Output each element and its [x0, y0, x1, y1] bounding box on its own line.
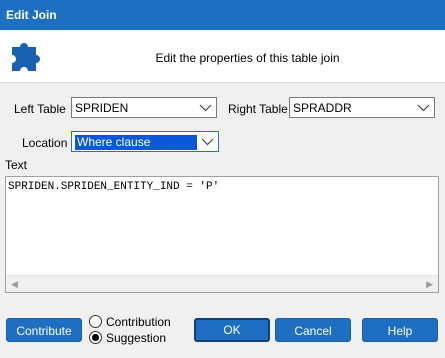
scroll-left-icon[interactable]: ◀: [11, 279, 18, 290]
right-table-label: Right Table: [228, 102, 288, 116]
suggestion-label[interactable]: Suggestion: [106, 331, 166, 345]
chevron-down-icon: [417, 104, 430, 112]
contribute-button[interactable]: Contribute: [6, 318, 82, 342]
scroll-right-icon[interactable]: ▶: [426, 279, 433, 290]
chevron-down-icon: [199, 104, 212, 112]
left-table-select[interactable]: SPRIDEN: [71, 97, 217, 118]
join-text-area[interactable]: SPRIDEN.SPRIDEN_ENTITY_IND = 'P' ◀ ▶: [5, 176, 439, 293]
location-value: Where clause: [75, 135, 197, 150]
location-label: Location: [22, 136, 68, 150]
header-banner: Edit the properties of this table join: [0, 30, 445, 83]
left-table-label: Left Table: [14, 102, 66, 116]
right-table-select[interactable]: SPRADDR: [289, 97, 435, 118]
suggestion-radio[interactable]: [89, 331, 102, 344]
help-button[interactable]: Help: [362, 318, 438, 342]
location-select[interactable]: Where clause: [71, 131, 219, 152]
text-label: Text: [5, 158, 28, 172]
window-title-bar: Edit Join: [0, 0, 445, 30]
window-title: Edit Join: [6, 8, 57, 22]
contribution-label[interactable]: Contribution: [106, 315, 171, 329]
left-table-value: SPRIDEN: [75, 101, 129, 115]
horizontal-scrollbar[interactable]: ◀ ▶: [6, 275, 438, 292]
cancel-button[interactable]: Cancel: [275, 318, 351, 342]
contribution-radio[interactable]: [89, 315, 102, 328]
banner-description: Edit the properties of this table join: [155, 51, 340, 65]
chevron-down-icon: [201, 138, 214, 146]
right-table-value: SPRADDR: [293, 101, 352, 115]
join-text-content: SPRIDEN.SPRIDEN_ENTITY_IND = 'P': [8, 181, 220, 193]
ok-button[interactable]: OK: [194, 318, 270, 342]
